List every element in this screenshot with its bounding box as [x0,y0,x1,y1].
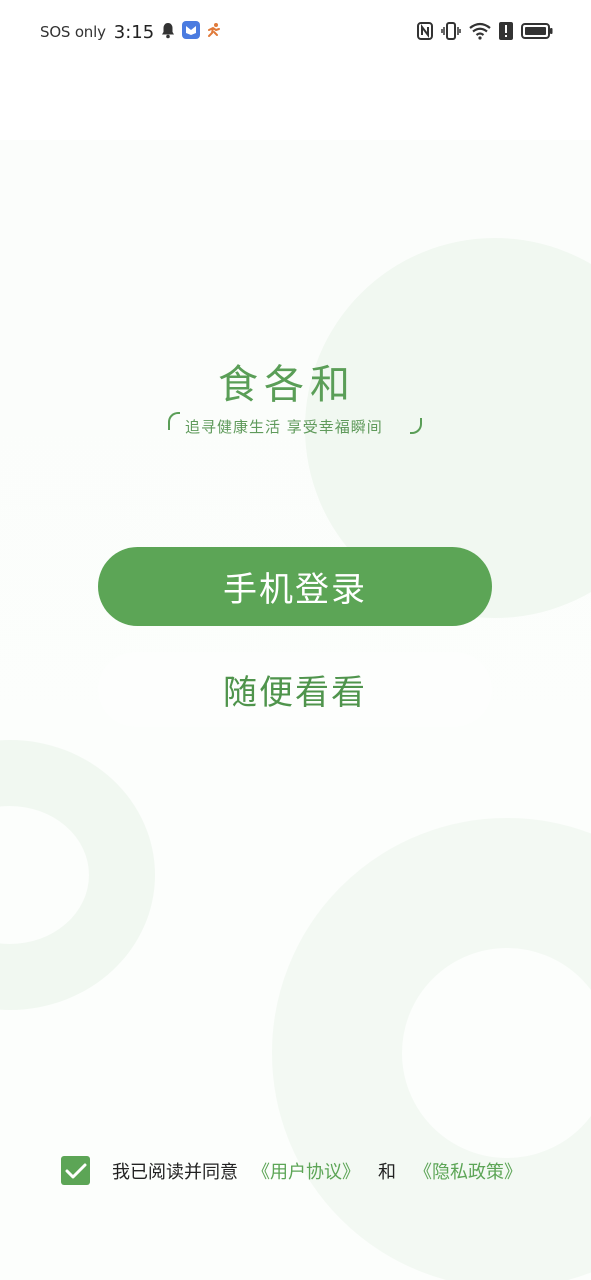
phone-login-button[interactable]: 手机登录 [98,547,492,626]
clock: 3:15 [113,21,155,43]
browse-as-guest-button[interactable]: 随便看看 [98,652,492,727]
battery-icon [521,22,553,44]
agreement-checkbox[interactable] [61,1156,90,1185]
carrier-label: SOS only [40,23,106,41]
privacy-policy-link[interactable]: 《隐私政策》 [414,1158,522,1184]
checkmark-icon [65,1163,86,1178]
user-agreement-link[interactable]: 《用户协议》 [252,1158,360,1184]
vibrate-icon [441,22,461,44]
alert-icon [499,22,513,44]
app-notification-icon [182,21,201,43]
app-logo: 食各和 追寻健康生活 享受幸福瞬间 [168,352,428,442]
agreement-row: 我已阅读并同意 《用户协议》 和 《隐私政策》 [61,1156,522,1185]
background-ring-bottom-right [272,818,591,1280]
bell-icon [160,22,176,43]
status-bar: SOS only 3:15 [0,0,591,66]
agreement-prefix: 我已阅读并同意 [112,1161,238,1183]
agreement-and: 和 [378,1161,396,1183]
wifi-icon [469,22,491,44]
tagline-bracket-left [168,412,180,430]
nfc-icon [417,22,433,44]
running-icon [206,22,222,42]
login-screen: SOS only 3:15 食各和 追寻健康生活 享受幸福瞬间 手机登录 随便看… [0,0,591,1280]
logo-tagline: 追寻健康生活 享受幸福瞬间 [185,418,383,436]
background-ring-left [0,740,155,1010]
logo-title: 食各和 [218,362,356,408]
tagline-bracket-right [410,418,422,434]
